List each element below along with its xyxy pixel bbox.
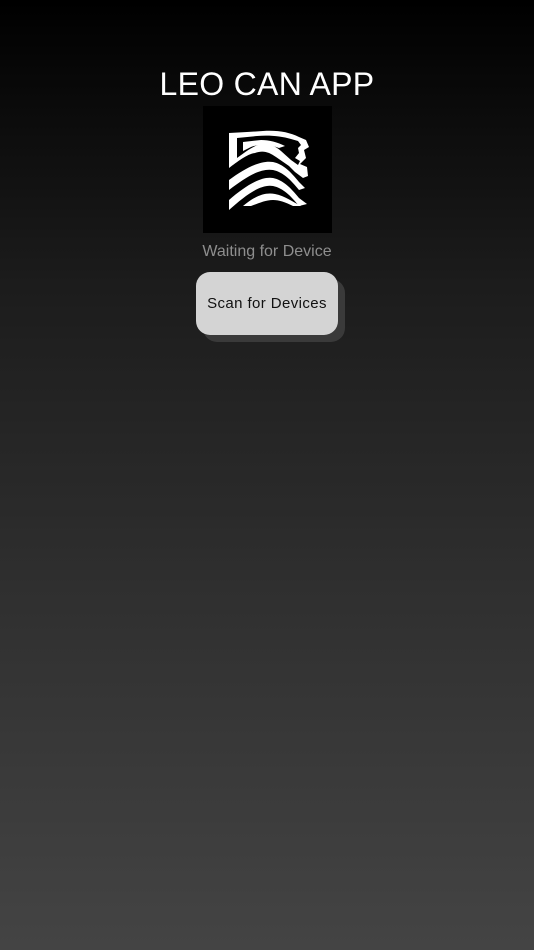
logo: [203, 106, 332, 233]
app-title: LEO CAN APP: [159, 66, 375, 102]
app-screen: LEO CAN APP Waiting for Device Scan for …: [0, 0, 534, 950]
status-text: Waiting for Device: [202, 243, 332, 260]
lion-logo-icon: [203, 106, 332, 233]
scan-for-devices-button[interactable]: Scan for Devices: [196, 272, 338, 335]
